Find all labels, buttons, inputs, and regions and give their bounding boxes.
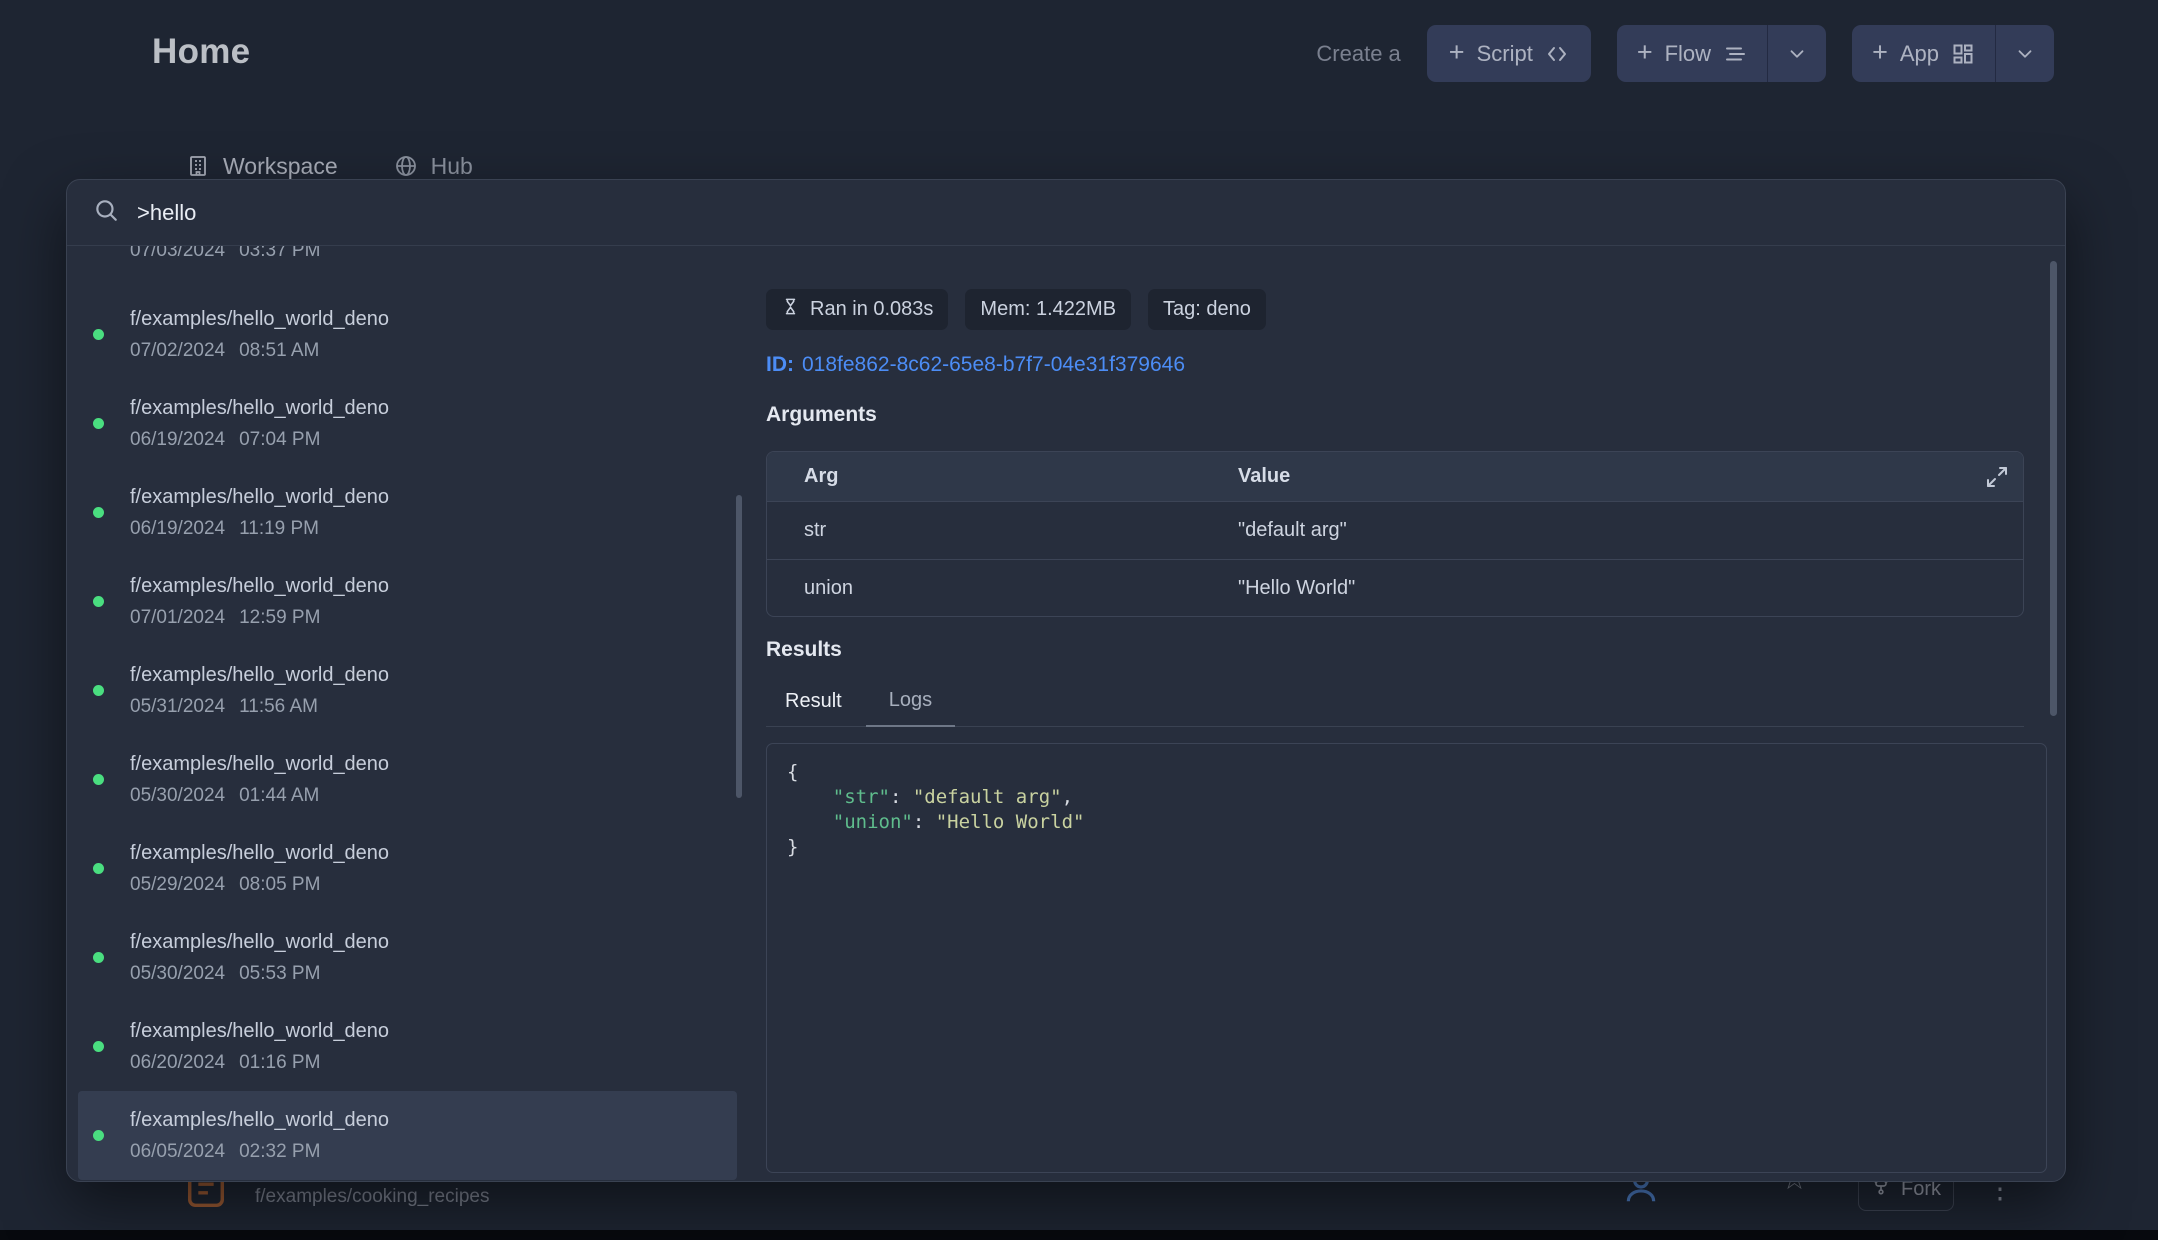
success-dot-icon bbox=[93, 1130, 104, 1141]
run-datetime: 05/30/202405:53 PM bbox=[130, 963, 389, 985]
run-datetime: 07/03/202403:37 PM bbox=[130, 246, 320, 262]
arguments-title: Arguments bbox=[766, 403, 2065, 427]
run-path: f/examples/hello_world_deno bbox=[130, 486, 389, 509]
run-list-item[interactable]: f/examples/hello_world_deno 06/05/202402… bbox=[78, 1091, 737, 1180]
run-list-item[interactable]: f/examples/hello_world_deno 06/19/202407… bbox=[78, 379, 737, 468]
arguments-table-header: Arg Value bbox=[767, 452, 2023, 502]
success-dot-icon bbox=[93, 329, 104, 340]
run-list-item[interactable]: f/examples/hello_world_deno 06/20/202401… bbox=[78, 1002, 737, 1091]
search-input[interactable] bbox=[137, 200, 2039, 226]
arguments-table: Arg Value str "default arg" union "Hello… bbox=[766, 451, 2024, 617]
details-scrollbar-thumb[interactable] bbox=[2050, 261, 2057, 716]
table-row: union "Hello World" bbox=[767, 559, 2023, 616]
success-dot-icon bbox=[93, 774, 104, 785]
success-dot-icon bbox=[93, 952, 104, 963]
run-datetime: 07/01/202412:59 PM bbox=[130, 607, 389, 629]
result-tabs: Result Logs bbox=[766, 676, 2024, 727]
run-path: f/examples/hello_world_deno bbox=[130, 931, 389, 954]
column-header-value: Value bbox=[1238, 465, 2023, 488]
table-row: str "default arg" bbox=[767, 502, 2023, 559]
success-dot-icon bbox=[93, 596, 104, 607]
run-path: f/examples/hello_world_deno bbox=[130, 308, 389, 331]
run-datetime: 05/30/202401:44 AM bbox=[130, 785, 389, 807]
run-path: f/examples/hello_world_deno bbox=[130, 842, 389, 865]
memory-badge: Mem: 1.422MB bbox=[965, 289, 1131, 330]
duration-badge: Ran in 0.083s bbox=[766, 289, 948, 330]
modal-body: 07/03/202403:37 PM f/examples/hello_worl… bbox=[67, 246, 2065, 1181]
command-palette-modal: 07/03/202403:37 PM f/examples/hello_worl… bbox=[66, 179, 2066, 1182]
run-path: f/examples/hello_world_deno bbox=[130, 1020, 389, 1043]
search-icon bbox=[93, 197, 119, 228]
run-list-item[interactable]: f/examples/hello_world_deno 07/02/202408… bbox=[78, 290, 737, 379]
run-path: f/examples/hello_world_deno bbox=[130, 397, 389, 420]
search-bar bbox=[67, 180, 2065, 246]
success-dot-icon bbox=[93, 685, 104, 696]
run-badges: Ran in 0.083s Mem: 1.422MB Tag: deno bbox=[766, 289, 2065, 330]
run-datetime: 07/02/202408:51 AM bbox=[130, 340, 389, 362]
success-dot-icon bbox=[93, 1041, 104, 1052]
run-path: f/examples/hello_world_deno bbox=[130, 575, 389, 598]
list-scrollbar-thumb[interactable] bbox=[736, 495, 742, 798]
expand-icon[interactable] bbox=[1985, 465, 2009, 489]
run-datetime: 06/20/202401:16 PM bbox=[130, 1052, 389, 1074]
success-dot-icon bbox=[93, 418, 104, 429]
tab-result[interactable]: Result bbox=[766, 689, 866, 726]
column-header-arg: Arg bbox=[767, 465, 1238, 488]
run-datetime: 06/05/202402:32 PM bbox=[130, 1141, 389, 1163]
run-path: f/examples/hello_world_deno bbox=[130, 753, 389, 776]
results-title: Results bbox=[766, 638, 2065, 662]
success-dot-icon bbox=[93, 863, 104, 874]
run-list-item[interactable]: f/examples/hello_world_deno 05/29/202408… bbox=[78, 824, 737, 913]
run-details-panel: Ran in 0.083s Mem: 1.422MB Tag: deno ID:… bbox=[741, 246, 2065, 1181]
hourglass-icon bbox=[781, 297, 800, 322]
run-path: f/examples/hello_world_deno bbox=[130, 1109, 389, 1132]
result-json: { "str": "default arg", "union": "Hello … bbox=[766, 743, 2047, 1173]
run-path: f/examples/hello_world_deno bbox=[130, 664, 389, 687]
run-list-item[interactable]: f/examples/hello_world_deno 05/31/202411… bbox=[78, 646, 737, 735]
success-dot-icon bbox=[93, 507, 104, 518]
run-list-item[interactable]: f/examples/hello_world_deno 06/19/202411… bbox=[78, 468, 737, 557]
run-list-item[interactable]: f/examples/hello_world_deno 05/30/202405… bbox=[78, 913, 737, 1002]
run-list-item[interactable]: f/examples/hello_world_deno 07/01/202412… bbox=[78, 557, 737, 646]
run-list: 07/03/202403:37 PM f/examples/hello_worl… bbox=[67, 246, 741, 1181]
run-datetime: 05/29/202408:05 PM bbox=[130, 874, 389, 896]
run-datetime: 06/19/202411:19 PM bbox=[130, 518, 389, 540]
run-list-item[interactable]: f/examples/hello_world_deno 05/30/202401… bbox=[78, 735, 737, 824]
run-datetime: 05/31/202411:56 AM bbox=[130, 696, 389, 718]
run-datetime: 06/19/202407:04 PM bbox=[130, 429, 389, 451]
tag-badge: Tag: deno bbox=[1148, 289, 1266, 330]
run-list-item-clipped[interactable]: 07/03/202403:37 PM bbox=[78, 246, 741, 290]
run-id[interactable]: ID:018fe862-8c62-65e8-b7f7-04e31f379646 bbox=[766, 353, 2065, 377]
screen: Home Create a + Script + Flow bbox=[0, 0, 2158, 1240]
tab-logs[interactable]: Logs bbox=[866, 689, 955, 727]
run-list-items: f/examples/hello_world_deno 07/02/202408… bbox=[78, 290, 741, 1180]
